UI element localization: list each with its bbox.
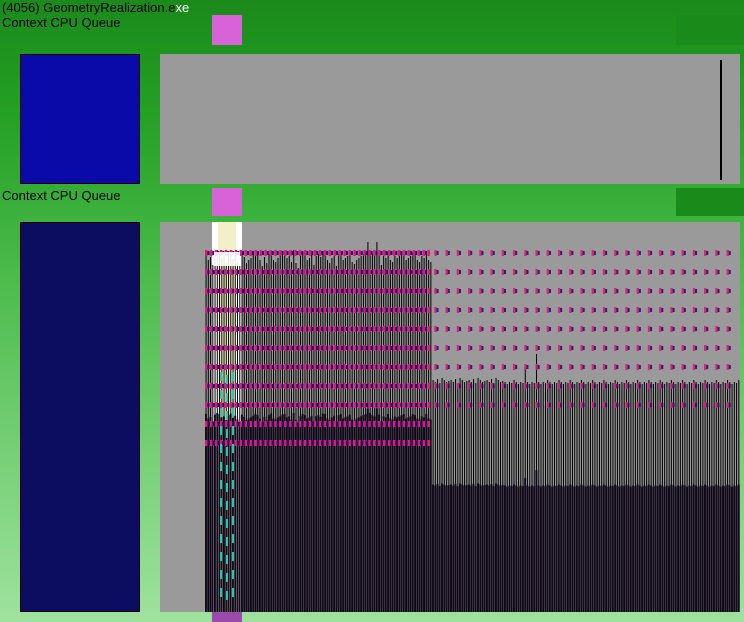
process-pid: (4056) <box>2 0 40 15</box>
timeline-end-tick-1 <box>720 60 722 180</box>
cpu-queue-row-1[interactable]: Context CPU Queue <box>0 15 744 45</box>
track-thumbnail-2[interactable] <box>20 222 140 612</box>
process-title: (4056) GeometryRealization.exe <box>0 0 189 15</box>
cpu-queue-label-2: Context CPU Queue <box>2 188 121 203</box>
time-marker-1[interactable] <box>212 15 242 45</box>
row-end-cap-1 <box>676 15 744 45</box>
trace-chart <box>160 222 740 612</box>
cpu-queue-row-2[interactable]: Context CPU Queue <box>0 188 744 216</box>
time-marker-2[interactable] <box>212 188 242 216</box>
process-name-base: GeometryRealization.e <box>43 0 175 15</box>
process-name-ext: xe <box>175 0 189 15</box>
track-timeline-2[interactable] <box>160 222 740 612</box>
time-marker-bottom[interactable] <box>212 612 242 622</box>
track-timeline-1[interactable] <box>160 54 740 184</box>
cpu-queue-label-1: Context CPU Queue <box>2 15 121 30</box>
process-title-row: (4056) GeometryRealization.exe <box>0 0 744 15</box>
row-end-cap-2 <box>676 188 744 216</box>
track-thumbnail-1[interactable] <box>20 54 140 184</box>
